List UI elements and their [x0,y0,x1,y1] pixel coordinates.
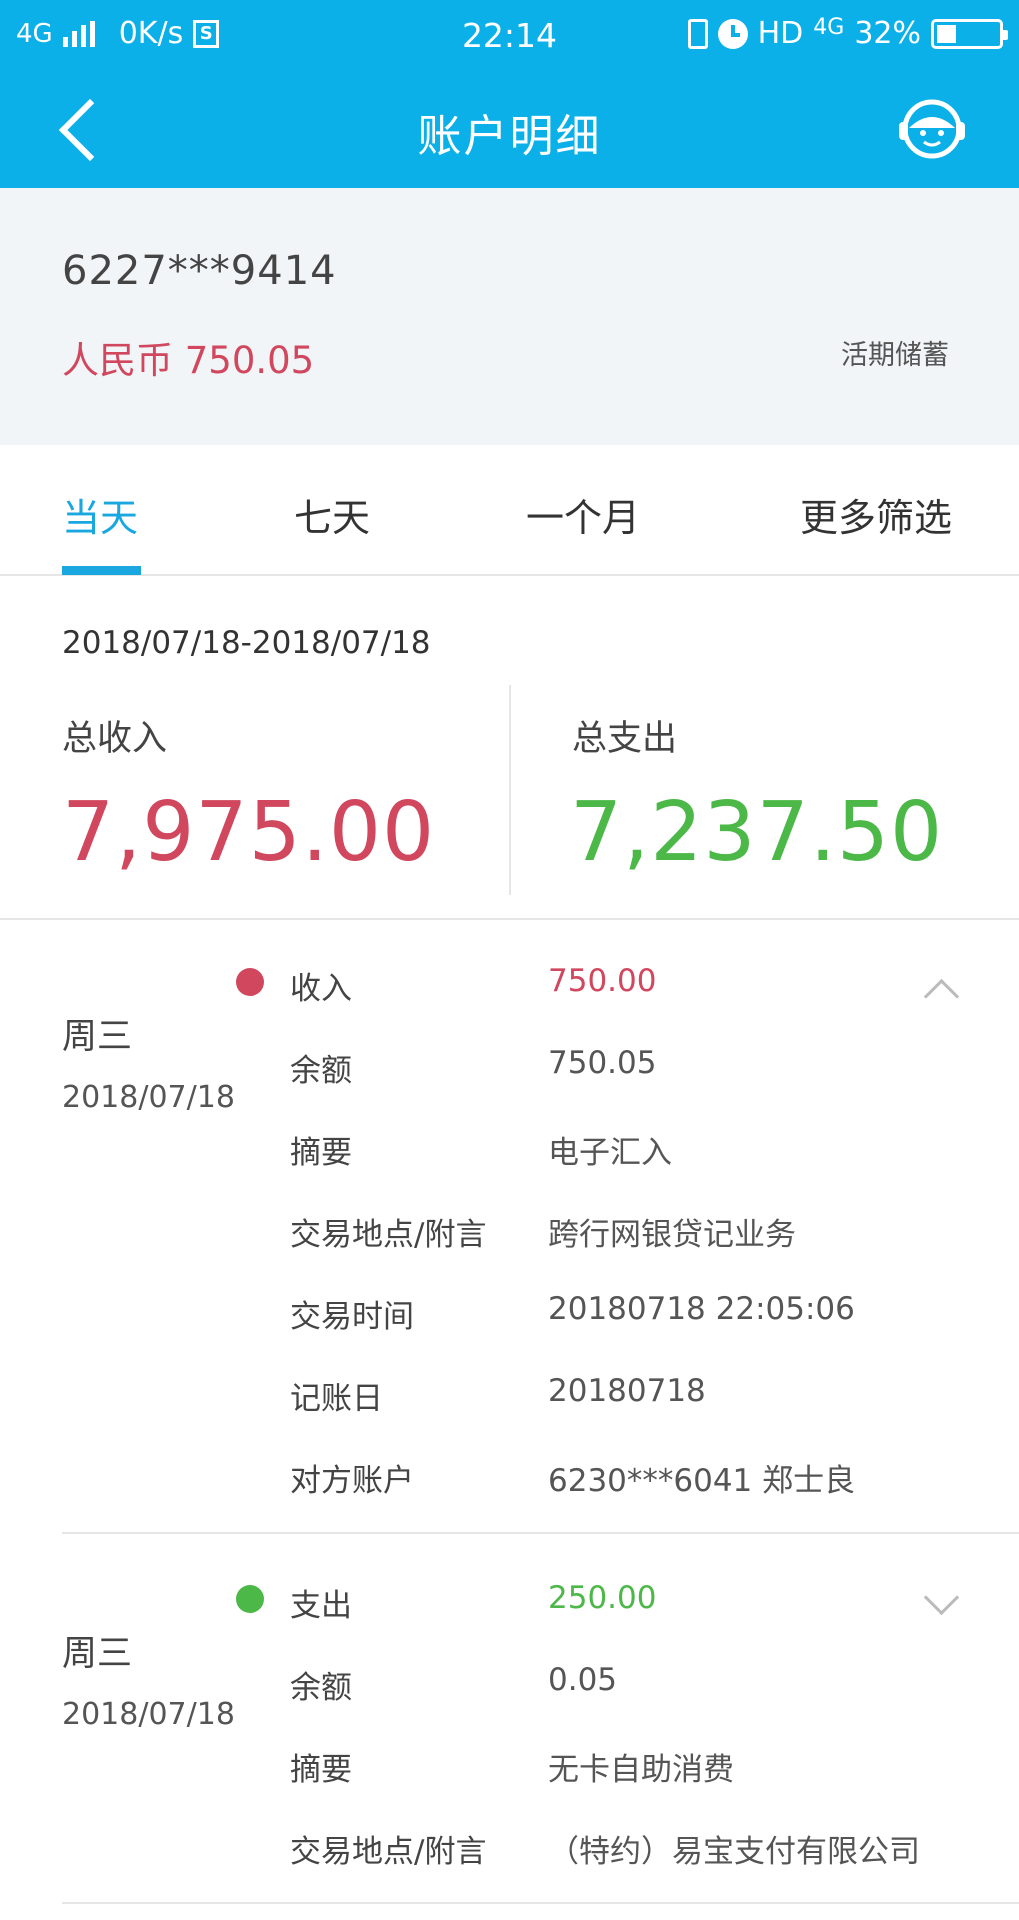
transaction-date: 2018/07/18 [62,1697,235,1732]
active-tab-indicator [62,566,141,575]
divider [0,918,1019,920]
row-value: 750.00 [548,963,657,999]
page-title: 账户明细 [417,111,602,162]
row-key: 余额 [290,1670,352,1706]
date-filter-tabs: 当天 七天 一个月 更多筛选 [0,445,1019,576]
transaction-row: 余额 0.05 [290,1662,990,1712]
transaction-row: 交易地点/附言 （特约）易宝支付有限公司 [290,1826,990,1876]
row-value: 电子汇入 [548,1135,672,1171]
row-key: 对方账户 [290,1463,414,1499]
row-value: （特约）易宝支付有限公司 [548,1834,920,1870]
row-value: 750.05 [548,1045,657,1081]
alarm-icon [717,18,748,49]
row-key: 交易地点/附言 [290,1834,487,1870]
transaction-row: 摘要 无卡自助消费 [290,1744,990,1794]
hd-indicator: HD [757,16,804,51]
expense-dot-icon [236,1585,264,1613]
tab-today[interactable]: 当天 [62,487,138,542]
row-value: 20180718 [548,1373,706,1409]
transaction-weekday: 周三 [62,1017,133,1057]
row-key: 摘要 [290,1135,352,1171]
network-type-right: 4G [813,15,845,40]
tab-seven-days[interactable]: 七天 [294,487,370,542]
date-range: 2018/07/18-2018/07/18 [62,625,431,661]
row-value: 20180718 22:05:06 [548,1291,855,1327]
account-number: 6227***9414 [62,248,337,294]
transaction-row: 记账日 20180718 [290,1373,990,1423]
row-key: 交易时间 [290,1299,414,1335]
row-value: 6230***6041 郑士良 [548,1463,856,1499]
row-value: 250.00 [548,1580,657,1616]
title-bar: 账户明细 [0,70,1019,188]
transaction-date: 2018/07/18 [62,1080,235,1115]
battery-percent: 32% [854,16,921,51]
account-balance: 人民币 750.05 [62,339,315,382]
status-right: HD 4G 32% [687,15,1008,51]
transaction-row: 交易时间 20180718 22:05:06 [290,1291,990,1341]
row-value: 跨行网银贷记业务 [548,1217,796,1253]
account-type: 活期储蓄 [841,340,949,371]
total-expense-label: 总支出 [572,719,678,759]
row-key: 交易地点/附言 [290,1217,487,1253]
summary-divider [509,685,511,895]
transaction-row: 收入 750.00 [290,963,990,1013]
transaction-row: 对方账户 6230***6041 郑士良 [290,1455,990,1505]
transaction-row: 交易地点/附言 跨行网银贷记业务 [290,1209,990,1259]
status-bar: 4G 0K/s S 22:14 HD 4G 32% [0,0,1019,70]
tab-more-filters[interactable]: 更多筛选 [800,487,952,542]
row-key: 收入 [290,971,352,1007]
income-dot-icon [236,968,264,996]
customer-service-icon[interactable] [895,92,969,166]
transaction-divider [62,1532,1019,1534]
row-key: 支出 [290,1588,352,1624]
total-expense-value: 7,237.50 [570,785,944,880]
tab-one-month[interactable]: 一个月 [526,487,640,542]
total-income-value: 7,975.00 [62,785,436,880]
transaction-weekday: 周三 [62,1634,133,1674]
row-key: 摘要 [290,1752,352,1788]
battery-level [937,24,957,43]
transaction-row: 支出 250.00 [290,1580,990,1630]
row-value: 无卡自助消费 [548,1752,734,1788]
battery-icon [931,18,1008,49]
row-value: 0.05 [548,1662,618,1698]
transaction-row: 余额 750.05 [290,1045,990,1095]
transaction-row: 摘要 电子汇入 [290,1127,990,1177]
row-key: 余额 [290,1053,352,1089]
total-income-label: 总收入 [62,719,168,759]
transaction-divider [62,1902,1019,1904]
row-key: 记账日 [290,1381,383,1417]
vibrate-icon [687,18,708,49]
account-card: 6227***9414 人民币 750.05 活期储蓄 [0,188,1019,445]
